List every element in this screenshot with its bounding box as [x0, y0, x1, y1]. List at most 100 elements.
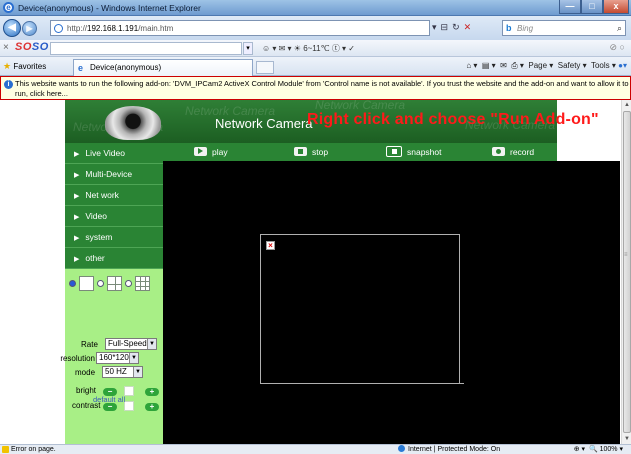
scroll-down-icon[interactable]: ▼ — [622, 434, 631, 444]
mode-label: mode — [75, 368, 96, 377]
mode-select[interactable]: 50 HZ ▼ — [102, 366, 143, 378]
snapshot-button[interactable]: snapshot — [386, 143, 442, 161]
new-tab-button[interactable] — [256, 61, 274, 74]
sidebar-item-system[interactable]: ▶ system — [65, 227, 163, 248]
address-actions: ▾ ⊟ ↻ ✕ — [432, 22, 471, 33]
soso-tools[interactable]: ☺ ▾ ✉ ▾ ☀ 6~11℃ ⓣ ▾ ✓ — [262, 43, 355, 54]
video-area[interactable]: × — [163, 161, 620, 444]
help-icon[interactable]: ●▾ — [618, 61, 627, 70]
layout-4-radio[interactable] — [97, 280, 104, 287]
sidebar-item-multi-device[interactable]: ▶ Multi-Device — [65, 164, 163, 185]
stop-icon — [294, 147, 307, 157]
record-icon — [492, 147, 505, 157]
print-icon[interactable]: ⎙ ▾ — [511, 61, 524, 70]
triangle-icon: ▶ — [74, 172, 80, 179]
star-icon: ★ — [3, 61, 12, 71]
scroll-grip-icon: ≡ — [624, 252, 628, 258]
close-toolbar-icon[interactable]: × — [3, 42, 9, 53]
stop-icon[interactable]: ✕ — [464, 22, 472, 33]
chevron-down-icon: ▼ — [133, 367, 142, 377]
mail-icon[interactable]: ✉ — [500, 61, 507, 70]
contrast-minus-button[interactable]: − — [103, 403, 117, 411]
search-placeholder: Bing — [517, 24, 534, 33]
broken-image-icon: × — [266, 241, 275, 250]
layout-1-radio[interactable] — [69, 280, 76, 287]
default-all-link[interactable]: default all — [93, 395, 125, 404]
resolution-select[interactable]: 160*120 ▼ — [96, 352, 139, 364]
camera-banner: Network Camera Network Camera Network Ca… — [65, 100, 599, 143]
ie-logo-icon: e — [3, 2, 14, 13]
soso-dropdown-button[interactable]: ▾ — [243, 42, 253, 55]
bright-label: bright — [76, 386, 97, 395]
activex-plugin-frame[interactable]: × — [260, 234, 460, 384]
security-zone: Internet | Protected Mode: On — [398, 445, 500, 454]
feeds-icon[interactable]: ▤ ▾ — [482, 61, 496, 70]
bright-plus-button[interactable]: + — [145, 388, 159, 396]
address-bar-row: ◀ ▶ http://192.168.1.191/main.htm ▾ ⊟ ↻ … — [0, 16, 631, 40]
address-input[interactable]: http://192.168.1.191/main.htm — [50, 20, 430, 36]
bing-icon: b — [506, 23, 512, 33]
tools-menu[interactable]: Tools ▾ — [591, 61, 616, 70]
scroll-up-icon[interactable]: ▲ — [622, 100, 631, 110]
triangle-icon: ▶ — [74, 193, 80, 200]
maximize-button[interactable]: □ — [581, 0, 603, 14]
dropdown-icon[interactable]: ▾ — [432, 22, 437, 33]
minimize-button[interactable]: — — [559, 0, 581, 14]
command-bar: ⌂ ▾ ▤ ▾ ✉ ⎙ ▾ Page ▾ Safety ▾ Tools ▾ ●▾ — [466, 61, 627, 71]
info-bar-text: This website wants to run the following … — [15, 79, 629, 98]
vertical-scrollbar[interactable]: ▲ ≡ ▼ — [621, 100, 631, 444]
rate-label: Rate — [81, 340, 98, 349]
favorites-button[interactable]: ★ Favorites — [3, 61, 46, 72]
triangle-icon: ▶ — [74, 151, 80, 158]
sidebar-item-network[interactable]: ▶ Net work — [65, 185, 163, 206]
snapshot-icon — [386, 146, 402, 158]
window-title: Device(anonymous) - Windows Internet Exp… — [18, 3, 201, 13]
contrast-plus-button[interactable]: + — [145, 403, 159, 411]
zoom-level[interactable]: ⊕ ▾ 🔍 100% ▾ — [574, 445, 623, 454]
tab-label: Device(anonymous) — [90, 63, 162, 72]
scroll-thumb[interactable] — [623, 111, 631, 433]
play-button[interactable]: play — [194, 143, 228, 161]
rate-select[interactable]: Full-Speed ▼ — [105, 338, 157, 350]
ie-tab-icon: e — [78, 63, 84, 73]
triangle-icon: ▶ — [74, 235, 80, 242]
error-status[interactable]: Error on page. — [11, 445, 56, 454]
record-button[interactable]: record — [492, 143, 534, 161]
stop-button[interactable]: stop — [294, 143, 328, 161]
favorites-bar: ★ Favorites e Device(anonymous) ⌂ ▾ ▤ ▾ … — [0, 57, 631, 76]
window-controls: — □ x — [559, 0, 629, 14]
search-input[interactable]: b Bing ⌕ — [502, 20, 626, 36]
globe-icon — [398, 445, 405, 452]
layout-1-icon — [79, 276, 94, 291]
home-icon[interactable]: ⌂ ▾ — [466, 61, 477, 70]
run-addon-hint: Right click and choose "Run Add-on" — [307, 111, 599, 128]
chevron-down-icon: ▼ — [129, 353, 138, 363]
back-icon[interactable]: ◀ — [3, 19, 21, 37]
page-title: Network Camera — [215, 116, 313, 131]
compat-view-icon[interactable]: ⊟ — [441, 22, 449, 33]
page-icon — [54, 24, 63, 33]
title-bar: e Device(anonymous) - Windows Internet E… — [0, 0, 631, 16]
sidebar-item-other[interactable]: ▶ other — [65, 248, 163, 269]
layout-selector — [69, 276, 150, 291]
layout-9-radio[interactable] — [125, 280, 132, 287]
tab-device[interactable]: e Device(anonymous) — [73, 59, 253, 76]
url-text: http://192.168.1.191/main.htm — [67, 24, 174, 33]
bright-value-box — [124, 386, 134, 396]
safety-menu[interactable]: Safety ▾ — [558, 61, 587, 70]
sidebar-item-live-video[interactable]: ▶ Live Video — [65, 143, 163, 164]
chevron-down-icon: ▼ — [147, 339, 156, 349]
forward-icon[interactable]: ▶ — [22, 21, 37, 36]
addon-info-bar[interactable]: i This website wants to run the followin… — [0, 76, 631, 100]
soso-search-input[interactable] — [50, 42, 242, 55]
layout-9-icon — [135, 276, 150, 291]
warning-icon[interactable] — [2, 446, 9, 453]
page-content: Network Camera Network Camera Network Ca… — [0, 100, 621, 444]
search-icon[interactable]: ⌕ — [617, 23, 622, 34]
info-icon: i — [4, 80, 13, 89]
close-button[interactable]: x — [603, 0, 629, 14]
page-menu[interactable]: Page ▾ — [528, 61, 553, 70]
sidebar-item-video[interactable]: ▶ Video — [65, 206, 163, 227]
toolbar-options-icon[interactable]: ⊘ ○ — [610, 42, 625, 53]
refresh-icon[interactable]: ↻ — [452, 22, 460, 33]
